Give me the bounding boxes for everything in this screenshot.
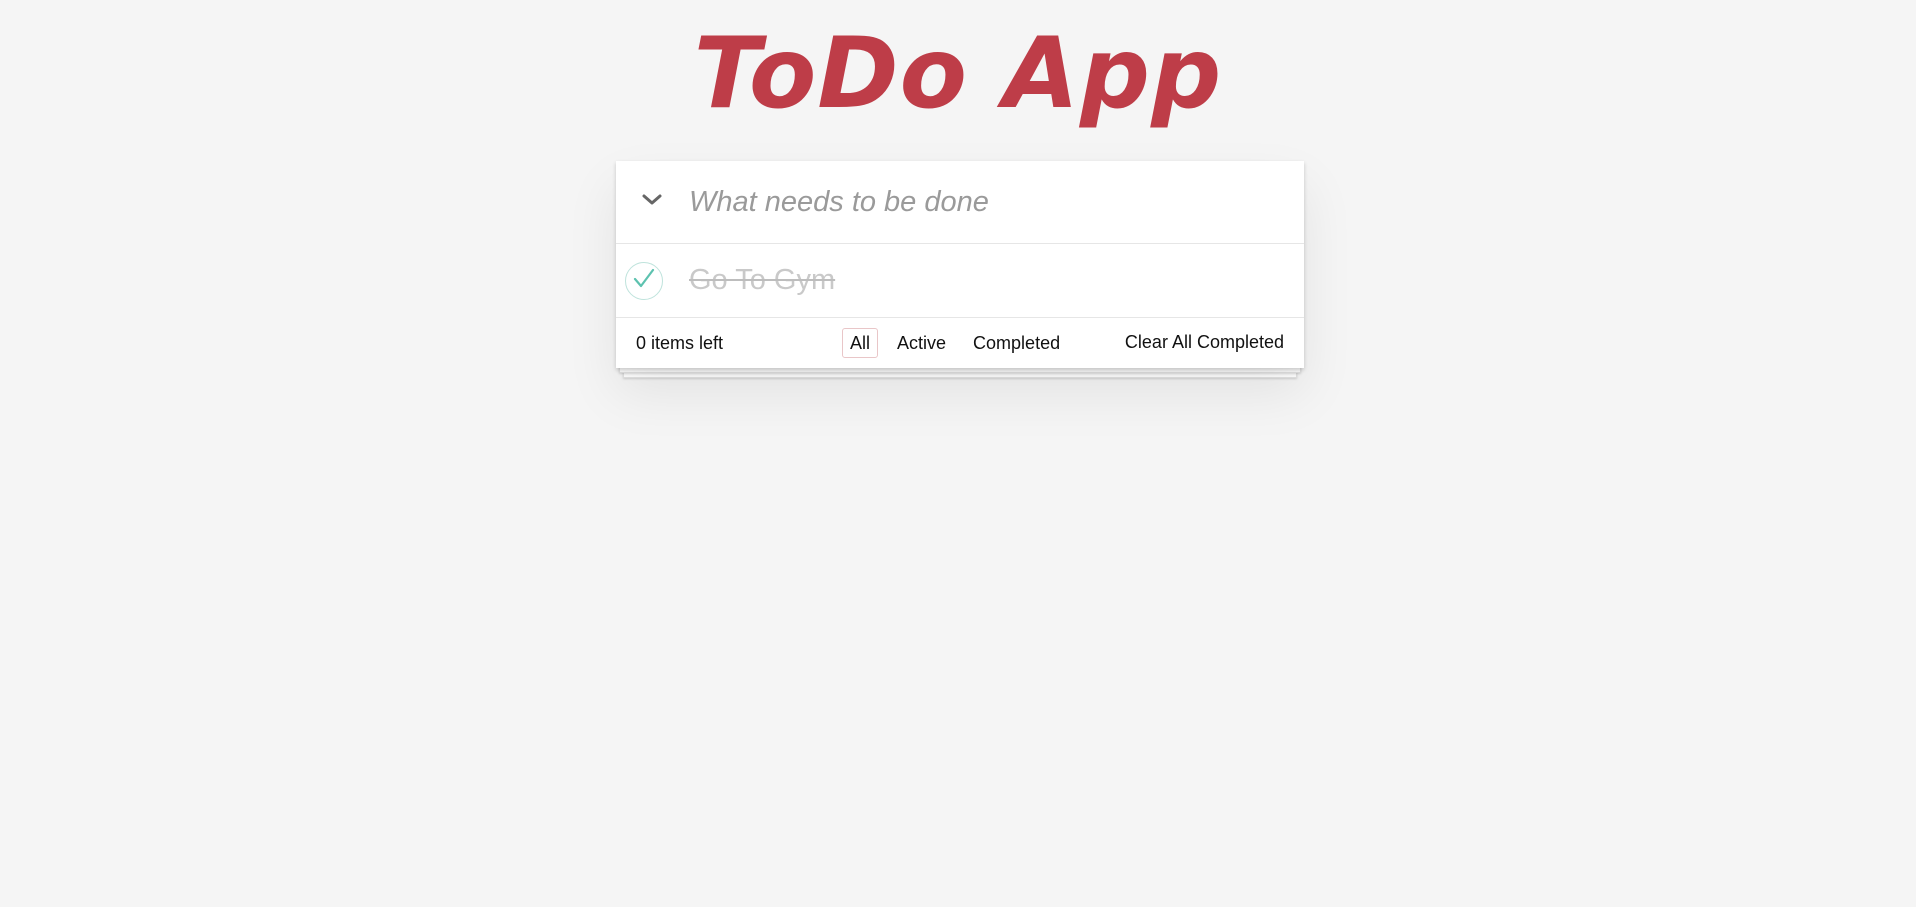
todo-panel: Go To Gym 0 items left All Active Comple… bbox=[616, 161, 1304, 378]
new-todo-input[interactable] bbox=[682, 172, 1304, 232]
checkmark-icon bbox=[631, 266, 657, 295]
app-title: ToDo App bbox=[693, 17, 1223, 131]
toggle-all-button[interactable] bbox=[622, 161, 682, 243]
filter-bar: All Active Completed bbox=[842, 328, 1079, 358]
chevron-down-icon bbox=[641, 193, 663, 212]
todo-footer: 0 items left All Active Completed Clear … bbox=[616, 318, 1304, 368]
filter-active[interactable]: Active bbox=[889, 328, 954, 358]
filter-completed[interactable]: Completed bbox=[965, 328, 1068, 358]
clear-completed-button[interactable]: Clear All Completed bbox=[1125, 332, 1284, 353]
todo-card: Go To Gym 0 items left All Active Comple… bbox=[616, 161, 1304, 368]
todo-label[interactable]: Go To Gym bbox=[689, 264, 835, 297]
todo-item: Go To Gym bbox=[616, 244, 1304, 318]
complete-toggle[interactable] bbox=[625, 261, 663, 300]
new-todo-row bbox=[616, 161, 1304, 244]
items-left-count: 0 items left bbox=[636, 333, 724, 353]
filter-all[interactable]: All bbox=[842, 328, 879, 358]
